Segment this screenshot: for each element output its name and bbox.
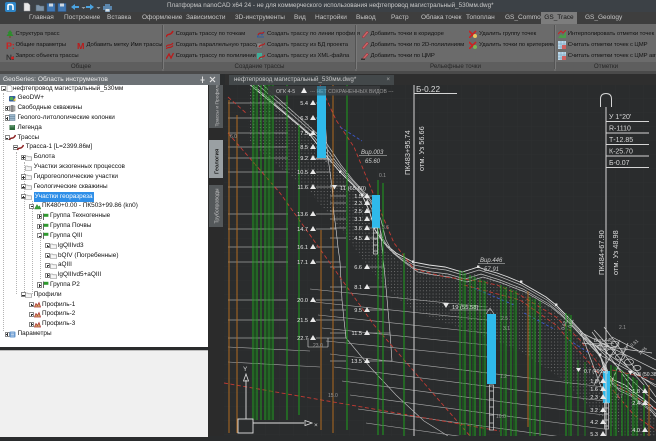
svg-text:3.6: 3.6 [354, 226, 362, 232]
svg-text:3.1: 3.1 [354, 217, 362, 223]
svg-text:3.1: 3.1 [503, 326, 510, 332]
svg-text:R-1110: R-1110 [609, 126, 631, 133]
svg-text:Вир.003: Вир.003 [361, 150, 384, 156]
svg-text:2.1: 2.1 [619, 325, 626, 331]
svg-text:11 (65.60): 11 (65.60) [340, 186, 366, 192]
svg-text:3.6: 3.6 [382, 225, 389, 231]
svg-text:9.9: 9.9 [325, 158, 332, 164]
svg-text:4.2: 4.2 [590, 420, 598, 426]
svg-text:Б-0.07: Б-0.07 [609, 160, 630, 167]
svg-text:ОГК 4-5: ОГК 4-5 [276, 89, 295, 95]
svg-text:2.3: 2.3 [354, 201, 362, 207]
svg-text:0.1: 0.1 [379, 173, 386, 179]
svg-text:1.0: 1.0 [590, 379, 598, 385]
svg-text:6.6: 6.6 [354, 265, 362, 271]
svg-text:13.5: 13.5 [351, 359, 362, 365]
svg-text:Вир.446: Вир.446 [480, 258, 503, 264]
svg-text:2.4: 2.4 [632, 401, 640, 407]
svg-text:Вир.445: Вир.445 [594, 338, 613, 344]
svg-text:Геология: Геология [215, 149, 221, 174]
svg-text:Р:: Р: [6, 41, 14, 49]
svg-text:2.5: 2.5 [501, 316, 508, 322]
svg-text:5.3: 5.3 [590, 432, 598, 436]
svg-text:К-25.70: К-25.70 [609, 149, 633, 156]
svg-text:×: × [314, 422, 318, 429]
svg-text:У 1°20': У 1°20' [609, 113, 631, 121]
svg-text:1.2: 1.2 [500, 374, 507, 380]
svg-text:2.3: 2.3 [590, 395, 598, 401]
svg-text:10.0: 10.0 [496, 414, 506, 420]
svg-text:отм. Уз 56.66: отм. Уз 56.66 [417, 126, 426, 171]
svg-text:М: М [77, 42, 85, 50]
svg-text:Трубопроводы: Трубопроводы [215, 188, 221, 223]
svg-text:15.0: 15.0 [328, 393, 338, 399]
svg-text:2.5: 2.5 [354, 209, 362, 215]
svg-text:Б-0.22: Б-0.22 [416, 85, 440, 94]
svg-text:23.0: 23.0 [313, 343, 323, 349]
svg-text:Т-12.85: Т-12.85 [609, 137, 633, 144]
svg-text:13.6: 13.6 [297, 212, 308, 218]
svg-text:10.5: 10.5 [297, 170, 308, 176]
svg-text:8.1: 8.1 [354, 285, 362, 291]
svg-text:17.1: 17.1 [297, 260, 308, 266]
svg-text:57.91: 57.91 [484, 267, 499, 273]
svg-text:1.5: 1.5 [354, 194, 362, 200]
svg-text:0.8 (50.38): 0.8 (50.38) [634, 372, 656, 378]
svg-text:46.05: 46.05 [597, 345, 610, 351]
svg-text:9.2: 9.2 [300, 156, 308, 162]
svg-text:ПК483+95.74: ПК483+95.74 [403, 130, 412, 175]
svg-text:5.4: 5.4 [300, 101, 308, 107]
svg-text:1.8: 1.8 [632, 389, 640, 395]
svg-text:6.0: 6.0 [230, 134, 237, 140]
svg-text:Y: Y [243, 366, 248, 373]
svg-text:65.60: 65.60 [365, 159, 381, 165]
svg-text:7.5: 7.5 [300, 131, 308, 137]
svg-text:20.0: 20.0 [297, 298, 308, 304]
svg-text:ПК484+67.90: ПК484+67.90 [597, 230, 606, 275]
svg-text:2.7: 2.7 [616, 394, 623, 400]
svg-text:6.3: 6.3 [300, 116, 308, 122]
svg-text:11.6: 11.6 [298, 185, 308, 191]
svg-text:4.5: 4.5 [354, 236, 362, 242]
svg-text:11.5: 11.5 [352, 331, 362, 337]
svg-text:Трассы и Профили: Трассы и Профили [215, 85, 221, 127]
svg-text:16.1: 16.1 [297, 245, 308, 251]
svg-text:8.5: 8.5 [300, 145, 308, 151]
svg-text:14.7: 14.7 [297, 227, 308, 233]
svg-text:3.2: 3.2 [590, 408, 598, 414]
svg-text:0.7 (49.82): 0.7 (49.82) [584, 369, 609, 375]
svg-text:1.6: 1.6 [590, 387, 598, 393]
svg-text:отм. Уз 48.98: отм. Уз 48.98 [611, 230, 620, 275]
svg-text:4.0: 4.0 [632, 428, 640, 434]
svg-text:21.5: 21.5 [297, 318, 308, 324]
svg-text:22.7: 22.7 [297, 336, 308, 342]
svg-text:9.5: 9.5 [354, 308, 362, 314]
